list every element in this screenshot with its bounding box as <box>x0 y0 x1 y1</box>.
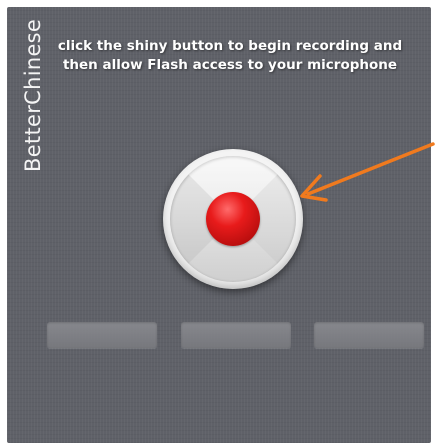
recorder-panel: BetterChinese click the shiny button to … <box>7 7 431 443</box>
recording-slot-2 <box>181 322 291 348</box>
record-button[interactable] <box>163 149 303 289</box>
record-dot-icon <box>206 192 260 246</box>
recording-slot-3 <box>314 322 424 348</box>
instructions-line-2: then allow Flash access to your micropho… <box>62 57 398 73</box>
recorder-widget: BetterChinese click the shiny button to … <box>0 0 437 447</box>
recording-slot-1 <box>47 322 157 348</box>
brand-logo: BetterChinese <box>21 18 45 172</box>
instructions-line-1: click the shiny button to begin recordin… <box>57 38 403 54</box>
instructions-text: click the shiny button to begin recordin… <box>55 37 405 75</box>
arrow-pointer-icon <box>300 142 435 202</box>
